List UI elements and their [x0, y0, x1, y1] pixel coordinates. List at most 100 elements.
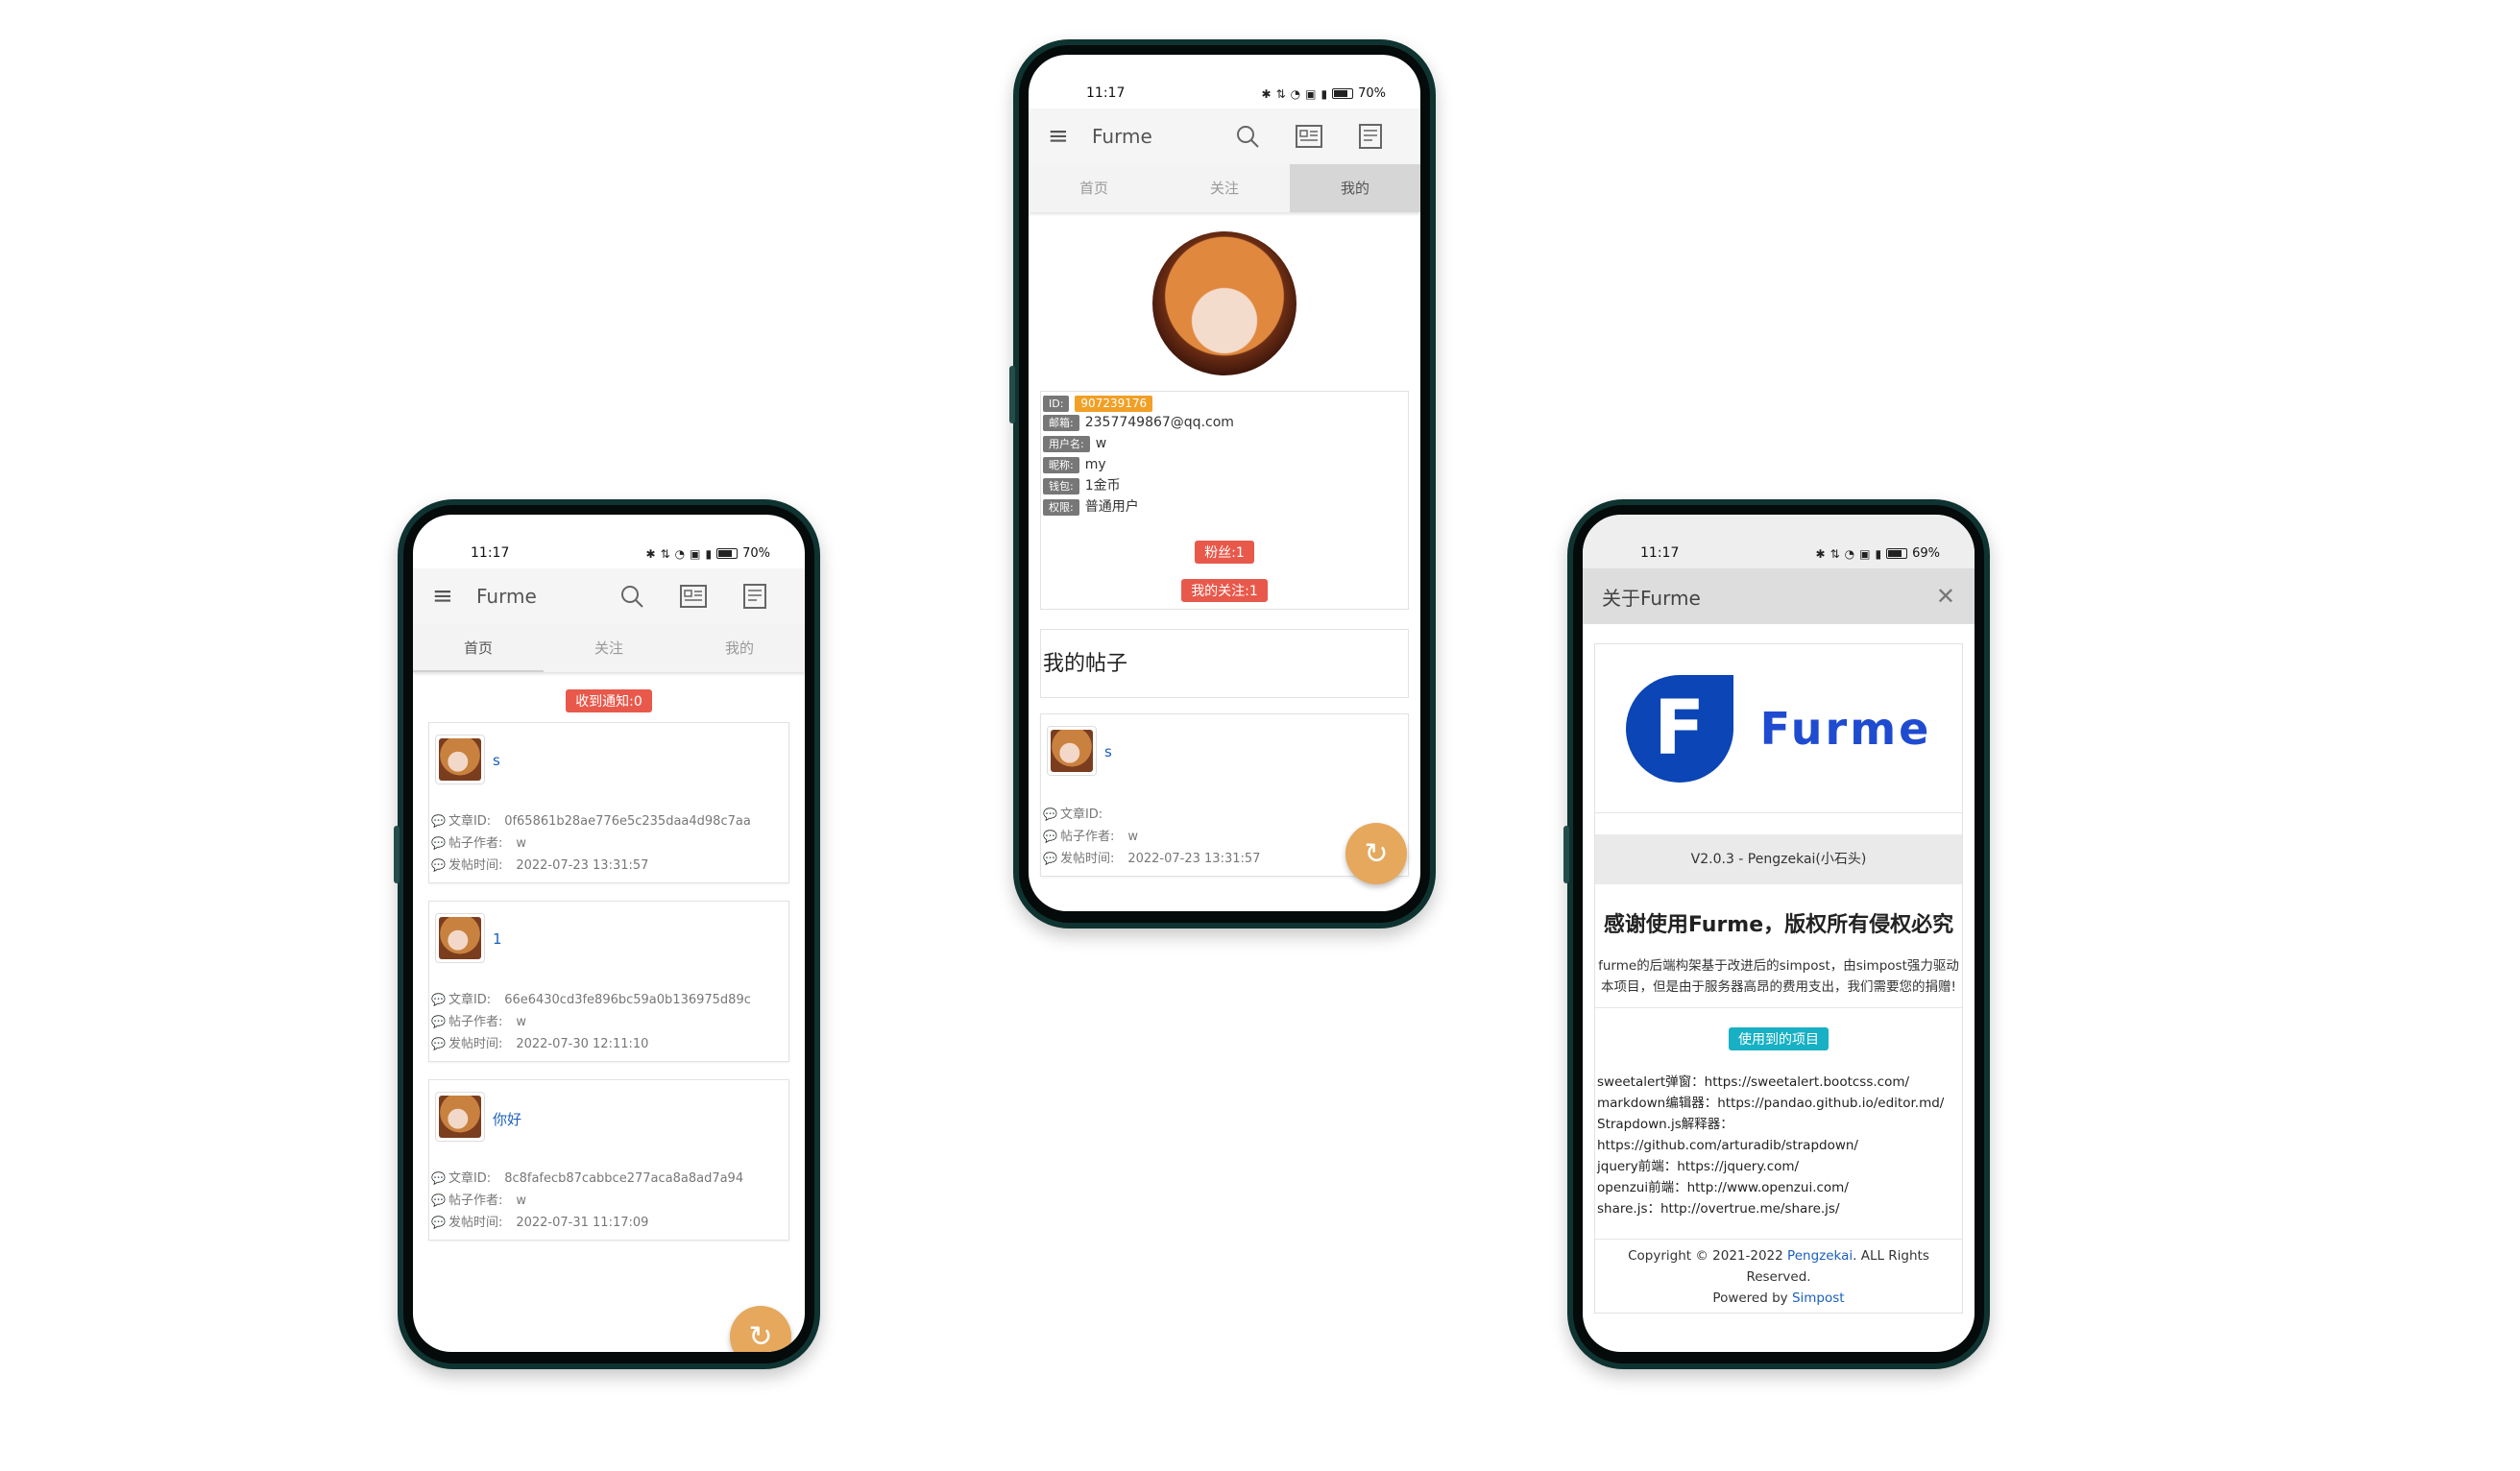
simpost-link[interactable]: Simpost — [1792, 1290, 1845, 1306]
phone-profile: 11:17 ✱ ⇅ ◔ ▣ ▮ 70% ≡ Furme 首页 关注 我的 ID:… — [1009, 39, 1436, 928]
my-posts-title: 我的帖子 — [1040, 629, 1409, 698]
projects-label: 使用到的项目 — [1729, 1027, 1829, 1050]
comment-icon: 💬 — [1043, 852, 1057, 865]
notification-badge[interactable]: 收到通知:0 — [566, 689, 652, 712]
tab-mine[interactable]: 我的 — [1290, 164, 1420, 212]
bluetooth-icon: ✱ — [1815, 546, 1826, 561]
powered-text: Powered by — [1712, 1290, 1792, 1306]
app-title: Furme — [1092, 125, 1152, 148]
comment-icon: 💬 — [431, 836, 446, 850]
project-item[interactable]: sweetalert弹窗：https://sweetalert.bootcss.… — [1597, 1072, 1960, 1093]
status-icons: ✱ ⇅ ◔ ▣ ▮ 69% — [1816, 546, 1940, 561]
compose-icon[interactable] — [724, 584, 786, 609]
app-title: Furme — [476, 585, 537, 608]
battery-icon — [716, 548, 739, 559]
post-title[interactable]: 1 — [493, 930, 502, 948]
project-item[interactable]: Strapdown.js解释器： — [1597, 1114, 1960, 1135]
tab-following[interactable]: 关注 — [544, 624, 674, 672]
search-icon[interactable] — [601, 584, 663, 609]
copyright: Copyright © 2021-2022 Pengzekai. ALL Rig… — [1595, 1239, 1962, 1313]
comment-icon: 💬 — [431, 814, 446, 828]
avatar — [435, 1092, 485, 1142]
about-title: 关于Furme — [1602, 586, 1701, 610]
post-title[interactable]: 你好 — [493, 1109, 521, 1129]
role: 普通用户 — [1084, 499, 1139, 515]
screen-profile: 11:17 ✱ ⇅ ◔ ▣ ▮ 70% ≡ Furme 首页 关注 我的 ID:… — [1029, 55, 1420, 911]
post-card[interactable]: 你好 💬 文章ID: 8c8fafecb87cabbce277aca8a8ad7a9… — [428, 1079, 789, 1241]
post-title[interactable]: s — [493, 752, 500, 769]
menu-icon[interactable]: ≡ — [432, 582, 471, 611]
copyright-text: Copyright © 2021-2022 — [1628, 1248, 1788, 1264]
logo-mark: F — [1625, 674, 1733, 783]
about-dialog-header: 关于Furme ✕ — [1583, 568, 1975, 624]
avatar — [435, 913, 485, 963]
tab-following[interactable]: 关注 — [1159, 164, 1290, 212]
phone-about: 11:17 ✱ ⇅ ◔ ▣ ▮ 69% 关于Furme ✕ F Furme V2… — [1563, 499, 1990, 1369]
post-title[interactable]: s — [1104, 743, 1112, 760]
username: w — [1095, 436, 1107, 451]
post-id: 66e6430cd3fe896bc59a0b136975d89c — [504, 993, 751, 1007]
project-item[interactable]: markdown编辑器：https://pandao.github.io/edi… — [1597, 1093, 1960, 1114]
news-icon[interactable] — [1278, 125, 1340, 148]
comment-icon: 💬 — [431, 993, 446, 1006]
refresh-button[interactable]: ↻ — [1345, 823, 1407, 884]
comment-icon: 💬 — [431, 1037, 446, 1050]
status-time: 11:17 — [1086, 85, 1126, 101]
post-author: w — [516, 1194, 526, 1208]
project-item[interactable]: jquery前端：https://jquery.com/ — [1597, 1156, 1960, 1177]
furme-logo: F Furme — [1595, 644, 1962, 813]
following-badge[interactable]: 我的关注:1 — [1181, 579, 1268, 602]
battery-percent: 70% — [1358, 86, 1386, 101]
network-speed-icon: ⇅ — [1829, 546, 1840, 561]
app-bar: ≡ Furme — [1029, 109, 1420, 164]
tab-bar: 首页 关注 我的 — [1029, 164, 1420, 212]
news-icon[interactable] — [663, 585, 724, 608]
status-bar: 11:17 ✱ ⇅ ◔ ▣ ▮ 70% — [1029, 55, 1420, 109]
fans-badge[interactable]: 粉丝:1 — [1195, 541, 1254, 564]
post-meta: 💬 文章ID: 0f65861b28ae776e5c235daa4d98c7aa 💬… — [431, 814, 751, 873]
sim-icon: ▣ — [1859, 546, 1871, 561]
profile-info-card: ID: 907239176 邮箱: 2357749867@qq.com 用户名: w … — [1040, 391, 1409, 610]
comment-icon: 💬 — [431, 1015, 446, 1028]
menu-icon[interactable]: ≡ — [1048, 122, 1086, 151]
tab-home[interactable]: 首页 — [1029, 164, 1159, 212]
comment-icon: 💬 — [431, 858, 446, 872]
nickname-label: 昵称: — [1043, 456, 1079, 473]
phone-home: 11:17 ✱ ⇅ ◔ ▣ ▮ 70% ≡ Furme 首页 关注 我的 收到通… — [394, 499, 820, 1369]
close-icon[interactable]: ✕ — [1936, 583, 1955, 610]
tab-mine[interactable]: 我的 — [674, 624, 805, 672]
avatar — [1047, 726, 1097, 776]
post-card[interactable]: 1 💬 文章ID: 66e6430cd3fe896bc59a0b136975d89c… — [428, 901, 789, 1062]
project-item[interactable]: https://github.com/arturadib/strapdown/ — [1597, 1135, 1960, 1156]
search-icon[interactable] — [1217, 124, 1278, 149]
project-item[interactable]: share.js：http://overtrue.me/share.js/ — [1597, 1198, 1960, 1219]
comment-icon: 💬 — [431, 1194, 446, 1207]
tab-home[interactable]: 首页 — [413, 624, 544, 672]
comment-icon: 💬 — [431, 1216, 446, 1229]
refresh-button[interactable]: ↻ — [730, 1306, 791, 1352]
post-meta: 💬 文章ID: 66e6430cd3fe896bc59a0b136975d89c 💬… — [431, 993, 751, 1051]
battery-icon — [1332, 88, 1354, 99]
user-id: 907239176 — [1075, 396, 1153, 412]
bluetooth-icon: ✱ — [645, 546, 656, 561]
profile-avatar[interactable] — [1152, 231, 1296, 375]
battery-icon — [1886, 548, 1908, 559]
project-item[interactable]: openzui前端：http://www.openzui.com/ — [1597, 1177, 1960, 1198]
username-label: 用户名: — [1043, 435, 1090, 452]
comment-icon: 💬 — [1043, 808, 1057, 821]
post-id: 0f65861b28ae776e5c235daa4d98c7aa — [504, 814, 751, 829]
logo-text: Furme — [1759, 702, 1932, 755]
email-label: 邮箱: — [1043, 414, 1079, 431]
about-card: F Furme V2.0.3 - Pengzekai(小石头) 感谢使用Furm… — [1594, 643, 1963, 1314]
post-meta: 💬 文章ID: 💬 帖子作者: w 💬 发帖时间: 2022-07-23 13:31:57 — [1043, 808, 1261, 866]
status-icons: ✱ ⇅ ◔ ▣ ▮ 70% — [1262, 86, 1386, 101]
battery-percent: 70% — [742, 546, 770, 561]
post-card[interactable]: s 💬 文章ID: 0f65861b28ae776e5c235daa4d98c7aa… — [428, 722, 789, 883]
refresh-icon: ↻ — [748, 1319, 773, 1353]
author-link[interactable]: Pengzekai — [1787, 1248, 1853, 1264]
compose-icon[interactable] — [1340, 124, 1401, 149]
sim-icon: ▣ — [1305, 86, 1317, 101]
wallet-label: 钱包: — [1043, 477, 1079, 494]
post-author: w — [516, 1015, 526, 1029]
user-email: 2357749867@qq.com — [1084, 415, 1234, 430]
